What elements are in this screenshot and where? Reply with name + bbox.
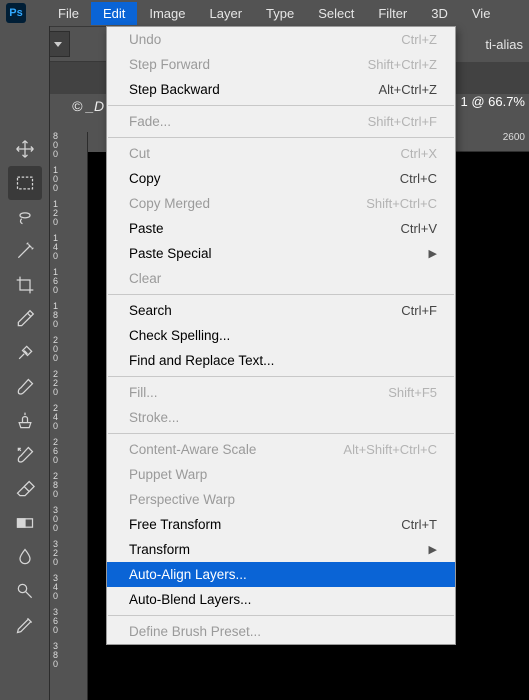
menu-separator — [108, 376, 454, 377]
menu-separator — [108, 137, 454, 138]
zoom-level: 1 @ 66.7% — [457, 94, 529, 109]
eyedropper-tool[interactable] — [8, 302, 42, 336]
menu-item-step-forward: Step ForwardShift+Ctrl+Z — [107, 52, 455, 77]
menu-item-find-and-replace-text[interactable]: Find and Replace Text... — [107, 348, 455, 373]
menu-item-perspective-warp: Perspective Warp — [107, 487, 455, 512]
dodge-tool[interactable] — [8, 574, 42, 608]
menu-type[interactable]: Type — [254, 2, 306, 25]
submenu-arrow-icon: ▶ — [429, 543, 437, 556]
menu-item-copy[interactable]: CopyCtrl+C — [107, 166, 455, 191]
menu-item-search[interactable]: SearchCtrl+F — [107, 298, 455, 323]
menu-item-check-spelling[interactable]: Check Spelling... — [107, 323, 455, 348]
gradient-tool[interactable] — [8, 506, 42, 540]
marquee-tool[interactable] — [8, 166, 42, 200]
menu-item-free-transform[interactable]: Free TransformCtrl+T — [107, 512, 455, 537]
menu-item-puppet-warp: Puppet Warp — [107, 462, 455, 487]
eraser-tool[interactable] — [8, 472, 42, 506]
menu-3d[interactable]: 3D — [419, 2, 460, 25]
menu-separator — [108, 433, 454, 434]
menu-item-step-backward[interactable]: Step BackwardAlt+Ctrl+Z — [107, 77, 455, 102]
antialias-label-fragment: ti-alias — [454, 26, 529, 62]
blur-tool[interactable] — [8, 540, 42, 574]
menu-item-cut: CutCtrl+X — [107, 141, 455, 166]
menu-separator — [108, 615, 454, 616]
menu-vie[interactable]: Vie — [460, 2, 503, 25]
healing-brush-tool[interactable] — [8, 336, 42, 370]
menu-item-copy-merged: Copy MergedShift+Ctrl+C — [107, 191, 455, 216]
move-tool[interactable] — [8, 132, 42, 166]
menu-edit[interactable]: Edit — [91, 2, 137, 25]
menu-file[interactable]: File — [46, 2, 91, 25]
menu-separator — [108, 105, 454, 106]
chevron-down-icon — [54, 42, 62, 47]
menu-layer[interactable]: Layer — [198, 2, 255, 25]
menu-item-stroke: Stroke... — [107, 405, 455, 430]
menu-item-auto-blend-layers[interactable]: Auto-Blend Layers... — [107, 587, 455, 612]
lasso-tool[interactable] — [8, 200, 42, 234]
menu-item-fade: Fade...Shift+Ctrl+F — [107, 109, 455, 134]
menu-separator — [108, 294, 454, 295]
submenu-arrow-icon: ▶ — [429, 247, 437, 260]
menu-item-define-brush-preset: Define Brush Preset... — [107, 619, 455, 644]
menu-item-transform[interactable]: Transform▶ — [107, 537, 455, 562]
menu-item-clear: Clear — [107, 266, 455, 291]
tool-palette — [0, 132, 50, 642]
vertical-ruler: 8001001201401601802002202402602803003203… — [50, 132, 88, 700]
app-logo: Ps — [6, 3, 26, 23]
document-tab[interactable]: © _D — [72, 98, 104, 114]
clone-stamp-tool[interactable] — [8, 404, 42, 438]
menu-item-fill: Fill...Shift+F5 — [107, 380, 455, 405]
crop-tool[interactable] — [8, 268, 42, 302]
brush-tool[interactable] — [8, 370, 42, 404]
pen-tool[interactable] — [8, 608, 42, 642]
menu-item-undo: UndoCtrl+Z — [107, 27, 455, 52]
history-brush-tool[interactable] — [8, 438, 42, 472]
menu-item-paste[interactable]: PasteCtrl+V — [107, 216, 455, 241]
menu-item-auto-align-layers[interactable]: Auto-Align Layers... — [107, 562, 455, 587]
menu-item-paste-special[interactable]: Paste Special▶ — [107, 241, 455, 266]
menu-select[interactable]: Select — [306, 2, 366, 25]
menu-filter[interactable]: Filter — [366, 2, 419, 25]
menu-bar: Ps FileEditImageLayerTypeSelectFilter3DV… — [0, 0, 529, 26]
magic-wand-tool[interactable] — [8, 234, 42, 268]
menu-item-content-aware-scale: Content-Aware ScaleAlt+Shift+Ctrl+C — [107, 437, 455, 462]
menu-image[interactable]: Image — [137, 2, 197, 25]
edit-menu-dropdown: UndoCtrl+ZStep ForwardShift+Ctrl+ZStep B… — [106, 26, 456, 645]
